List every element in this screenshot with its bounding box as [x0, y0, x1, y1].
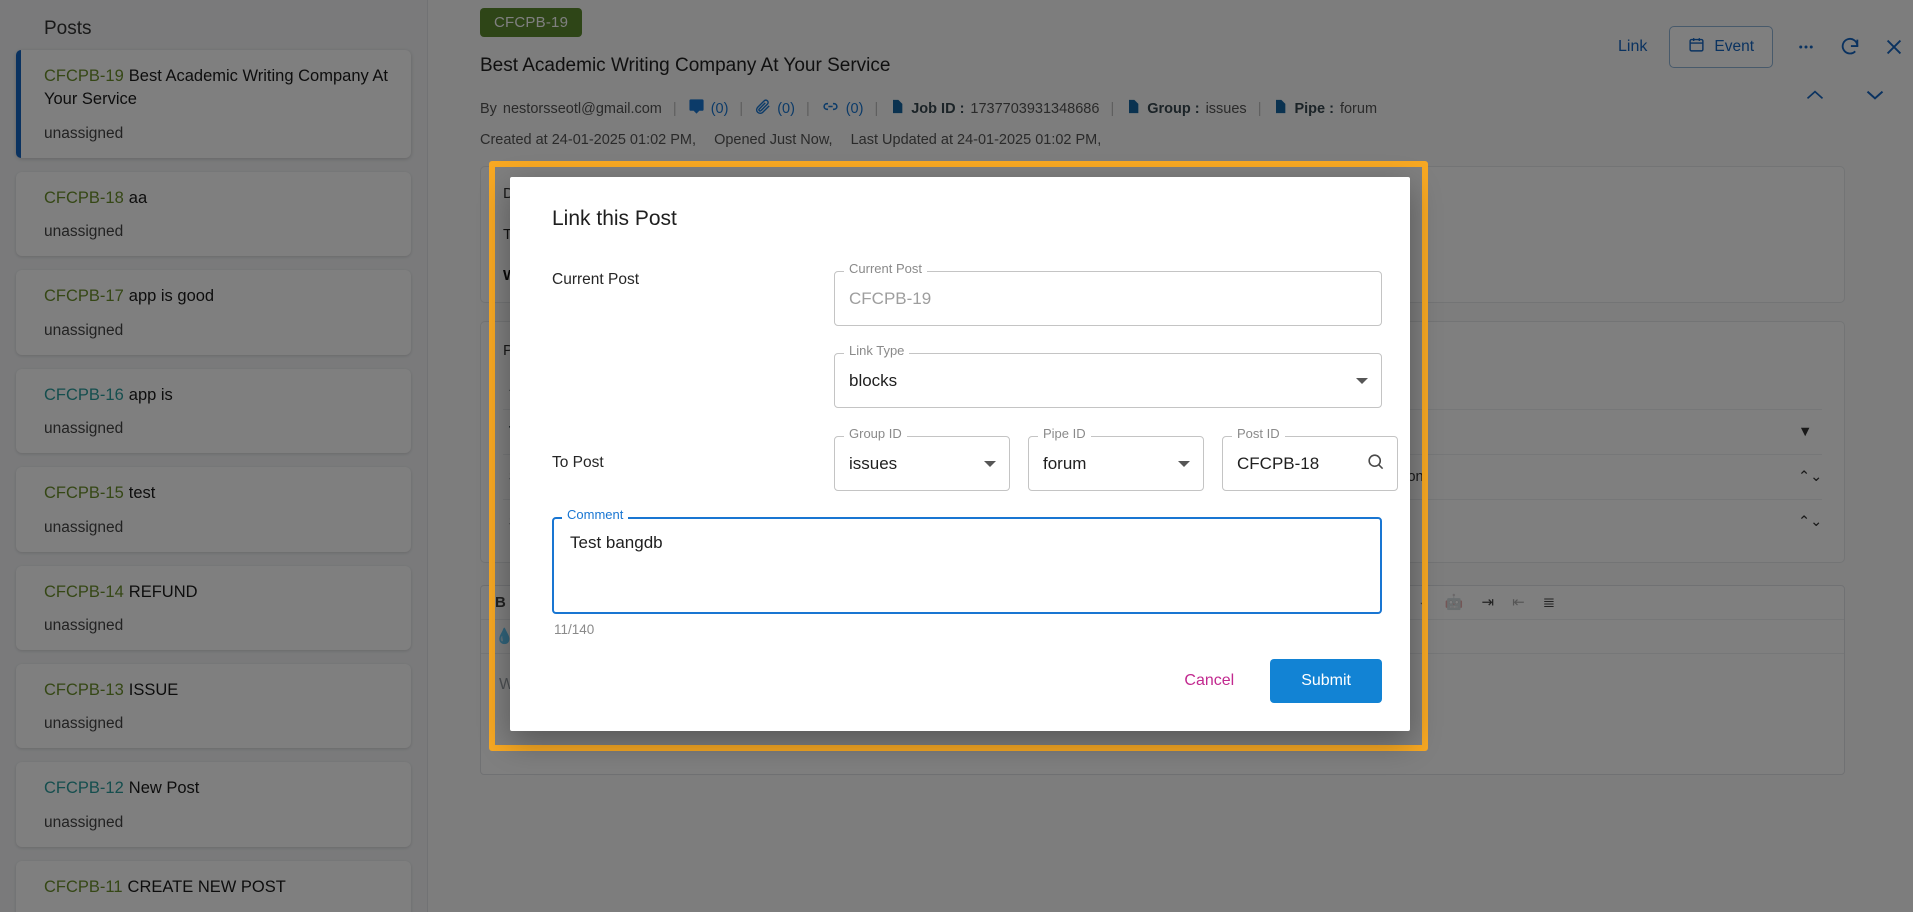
current-post-value: CFCPB-19: [849, 288, 932, 308]
to-post-label: To Post: [552, 454, 604, 471]
search-icon[interactable]: [1366, 452, 1385, 476]
group-id-legend: Group ID: [844, 427, 907, 440]
pipe-id-legend: Pipe ID: [1038, 427, 1091, 440]
comment-textarea-field[interactable]: Comment Test bangdb: [552, 508, 1382, 614]
cancel-button[interactable]: Cancel: [1166, 660, 1252, 702]
pipe-id-value: forum: [1043, 453, 1087, 473]
submit-button[interactable]: Submit: [1270, 659, 1382, 703]
to-post-row: To Post Group ID issues Pipe ID forum Po…: [538, 427, 1398, 491]
chevron-down-icon: [1178, 460, 1190, 467]
current-post-row: Current Post Current Post CFCPB-19 Link …: [538, 262, 1382, 408]
post-id-legend: Post ID: [1232, 427, 1285, 440]
pipe-id-select[interactable]: Pipe ID forum: [1028, 427, 1204, 491]
character-counter: 11/140: [554, 622, 595, 637]
post-id-value: CFCPB-18: [1237, 453, 1320, 473]
current-post-legend: Current Post: [844, 262, 927, 275]
group-id-value: issues: [849, 453, 898, 473]
chevron-down-icon: [984, 460, 996, 467]
chevron-down-icon: [1356, 377, 1368, 384]
dialog-actions: Cancel Submit: [1166, 659, 1382, 703]
dialog-title: Link this Post: [552, 207, 677, 230]
current-post-field: Current Post CFCPB-19: [834, 262, 1382, 326]
link-type-select[interactable]: Link Type blocks: [834, 344, 1382, 408]
link-type-legend: Link Type: [844, 344, 910, 357]
app-root: Posts CFCPB-19Best Academic Writing Comp…: [0, 0, 1913, 912]
current-post-label: Current Post: [552, 271, 640, 288]
comment-textarea[interactable]: Test bangdb: [552, 517, 1382, 614]
link-type-value: blocks: [849, 370, 898, 390]
link-post-dialog: Link this Post Current Post Current Post…: [510, 177, 1410, 731]
comment-legend: Comment: [562, 508, 629, 521]
post-id-field[interactable]: Post ID CFCPB-18: [1222, 427, 1398, 491]
group-id-select[interactable]: Group ID issues: [834, 427, 1010, 491]
